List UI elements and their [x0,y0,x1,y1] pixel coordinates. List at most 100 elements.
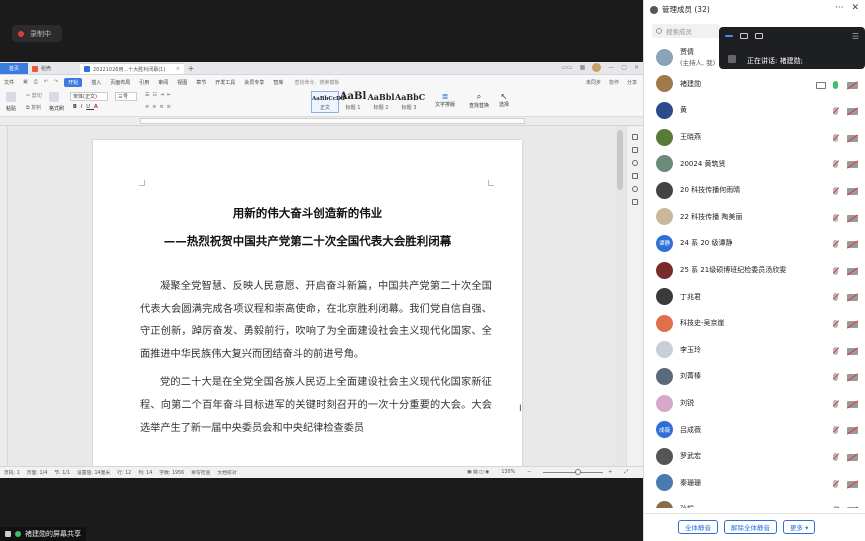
share-button[interactable]: 分享 [627,79,637,86]
mic-on-icon[interactable] [833,80,838,89]
font-name-select[interactable]: 宋体(正文) [70,92,108,101]
camera-off-icon[interactable] [847,320,858,328]
menu-references[interactable]: 引用 [139,79,149,86]
grid-icon[interactable]: ▦ [580,64,586,71]
numbered-list-icon[interactable]: ☷ [152,92,159,98]
member-row[interactable]: 刘锐 [644,390,865,417]
adjust-icon[interactable] [632,147,638,153]
location-icon[interactable] [632,186,638,192]
mic-muted-icon[interactable] [833,240,838,249]
mic-muted-icon[interactable] [833,186,838,195]
quick-print-icon[interactable]: ⎙ [34,79,38,85]
menu-review[interactable]: 审阅 [158,79,168,86]
tab-home[interactable]: 首页 [0,63,28,74]
pen-icon[interactable] [632,134,638,140]
menu-developer[interactable]: 开发工具 [215,79,235,86]
member-row[interactable]: 科技史-吴京崖 [644,310,865,337]
camera-off-icon[interactable] [847,241,858,249]
menu-library[interactable]: 智库 [273,79,283,86]
camera-off-icon[interactable] [847,480,858,488]
bold-button[interactable]: B [73,104,81,110]
spell-check-toggle[interactable]: 拼写检查 [191,469,210,476]
menu-view[interactable]: 视图 [177,79,187,86]
member-row[interactable]: 22 科技传播 陶美丽 [644,204,865,231]
redo-icon[interactable]: ↷ [54,79,58,85]
camera-off-icon[interactable] [847,347,858,355]
paste-button[interactable]: 粘贴 [6,92,16,112]
mic-muted-icon[interactable] [833,426,838,435]
text-layout-button[interactable]: ≣ 文字排版 [435,92,455,108]
find-replace-button[interactable]: ⌕ 查找替换 [469,92,489,109]
recording-badge[interactable]: 录制中 [12,25,62,42]
list-view-tab[interactable] [755,33,763,39]
tab-document[interactable]: 20221026用...十大胜利闭幕(1) × [80,63,184,74]
font-color-button[interactable]: A [94,104,102,110]
justify-icon[interactable]: ≡ [167,104,174,110]
scrollbar-thumb[interactable] [617,130,623,190]
close-tab-icon[interactable]: × [176,66,180,72]
member-row[interactable]: 成薇 吕成薇 [644,416,865,443]
command-search[interactable]: 查找命令、搜索模板 [294,79,339,86]
zoom-level[interactable]: 130% [501,470,515,475]
member-row[interactable]: 谭静 24 系 20 级谭静 [644,230,865,257]
mic-muted-icon[interactable] [833,319,838,328]
camera-off-icon[interactable] [847,267,858,275]
more-button[interactable]: 更多 ▾ [783,520,816,534]
camera-off-icon[interactable] [847,187,858,195]
align-right-icon[interactable]: ≡ [159,104,166,110]
account-avatar[interactable] [592,63,602,72]
camera-off-icon[interactable] [847,400,858,408]
fullscreen-icon[interactable]: ⤢ [624,469,628,475]
style-heading-1[interactable]: AaBl 标题 1 [339,91,367,113]
camera-off-icon[interactable] [847,507,858,508]
camera-off-icon[interactable] [847,134,858,142]
member-row[interactable]: 李玉玲 [644,337,865,364]
zoom-in-icon[interactable]: + [608,470,612,475]
camera-off-icon[interactable] [847,81,858,89]
zoom-out-icon[interactable]: − [527,470,531,475]
format-painter-button[interactable]: 格式刷 [49,92,64,112]
member-row[interactable]: 20 科技传播何雨晴 [644,177,865,204]
style-heading-3[interactable]: AaBbC 标题 3 [395,91,425,113]
view-mode-icons[interactable]: ▣ ▤ ◫ ◉ [467,470,489,475]
menu-icon[interactable]: ☰ [852,32,859,41]
mic-muted-icon[interactable] [833,213,838,222]
outdent-icon[interactable]: ⇤ [167,92,174,98]
member-row[interactable]: 秦珊珊 [644,470,865,497]
member-search-input[interactable]: 搜索成员 [652,24,720,38]
image-icon[interactable] [632,173,638,179]
select-button[interactable]: ↖ 选择 [499,92,509,108]
camera-off-icon[interactable] [847,214,858,222]
member-row[interactable]: 孙娟 [644,496,865,508]
member-row[interactable]: 褚建勋 [644,71,865,98]
horizontal-ruler[interactable] [0,117,643,126]
font-size-select[interactable]: 三号 [115,92,137,101]
zoom-slider[interactable] [543,468,604,475]
proofread-button[interactable]: 文档校对 [217,469,236,476]
menu-home[interactable]: 开始 [64,77,83,87]
style-heading-2[interactable]: AaBbl 标题 2 [367,91,395,113]
member-row[interactable]: 25 系 21级硕博班纪检委员汤欣雯 [644,257,865,284]
mic-muted-icon[interactable] [833,452,838,461]
document-workspace[interactable]: 用新的伟大奋斗创造新的伟业 ——热烈祝贺中国共产党第二十次全国代表大会胜利闭幕 … [0,126,643,470]
member-row[interactable]: 丁兆君 [644,283,865,310]
undo-icon[interactable]: ↶ [44,79,48,85]
close-panel-icon[interactable]: ✕ [851,3,859,13]
menu-insert[interactable]: 插入 [91,79,101,86]
gallery-view-tab[interactable] [740,33,748,39]
status-words[interactable]: 字数: 1956 [159,469,184,476]
more-options-icon[interactable]: ··· [835,3,844,13]
menu-member[interactable]: 会员专享 [244,79,264,86]
zoom-slider-knob[interactable] [575,468,582,475]
camera-off-icon[interactable] [847,161,858,169]
collaborate-button[interactable]: 协作 [609,79,619,86]
speaker-view-tab[interactable] [725,35,733,37]
cut-button[interactable]: ✂ 剪切 [26,92,42,99]
help-icon[interactable] [632,160,638,166]
mic-muted-icon[interactable] [833,133,838,142]
mic-muted-icon[interactable] [833,479,838,488]
print-icon[interactable] [632,199,638,205]
camera-off-icon[interactable] [847,294,858,302]
mic-muted-icon[interactable] [833,399,838,408]
document-page[interactable]: 用新的伟大奋斗创造新的伟业 ——热烈祝贺中国共产党第二十次全国代表大会胜利闭幕 … [93,140,522,470]
